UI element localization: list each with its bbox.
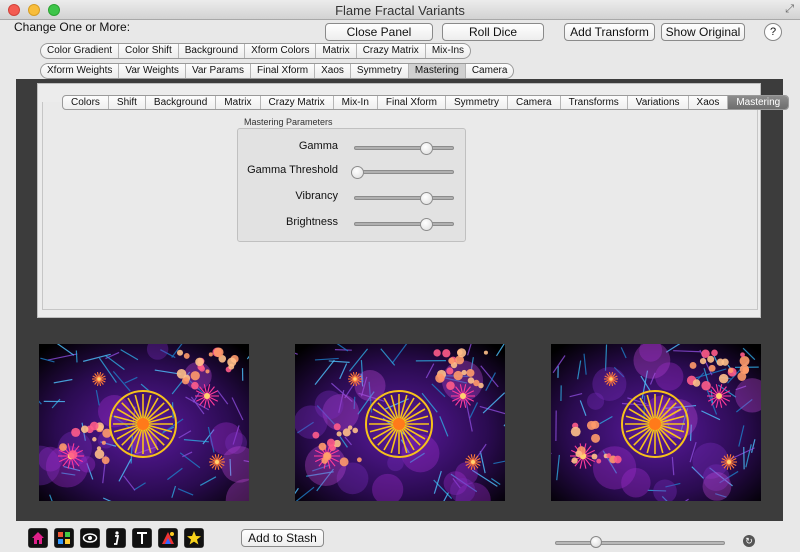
tab-transforms[interactable]: Transforms	[561, 96, 628, 109]
category-xform-weights[interactable]: Xform Weights	[41, 64, 120, 78]
home-icon[interactable]	[28, 528, 48, 548]
brightness-slider-knob[interactable]	[420, 218, 433, 231]
zoom-slider-knob[interactable]	[589, 536, 602, 548]
fractal-preview-1[interactable]	[39, 344, 249, 501]
vibrancy-slider-knob[interactable]	[420, 192, 433, 205]
brightness-slider-track[interactable]	[354, 222, 454, 226]
fractal-preview-2[interactable]	[295, 344, 505, 501]
add-transform-button[interactable]: Add Transform	[564, 23, 655, 41]
group-label: Mastering Parameters	[244, 117, 333, 127]
vibrancy-label: Vibrancy	[295, 190, 338, 202]
category-background[interactable]: Background	[179, 44, 246, 58]
palette-icon[interactable]	[158, 528, 178, 548]
reset-icon[interactable]: ↻	[743, 535, 755, 547]
category-camera[interactable]: Camera	[466, 64, 514, 78]
category-xaos[interactable]: Xaos	[315, 64, 351, 78]
tab-symmetry[interactable]: Symmetry	[446, 96, 509, 109]
category-row-2: Xform Weights Var Weights Var Params Final …	[40, 63, 515, 79]
category-mix-ins[interactable]: Mix-Ins	[426, 44, 470, 58]
fractal-preview-3[interactable]	[551, 344, 761, 501]
tab-final-xform[interactable]: Final Xform	[378, 96, 447, 109]
fullscreen-icon[interactable]: ⤢	[785, 3, 794, 16]
info-icon[interactable]	[106, 528, 126, 548]
star-icon[interactable]	[184, 528, 204, 548]
tab-mastering[interactable]: Mastering	[728, 96, 789, 109]
category-symmetry[interactable]: Symmetry	[351, 64, 409, 78]
zoom-slider-track[interactable]	[555, 541, 725, 545]
category-color-gradient[interactable]: Color Gradient	[41, 44, 120, 58]
category-var-weights[interactable]: Var Weights	[119, 64, 186, 78]
add-to-stash-button[interactable]: Add to Stash	[241, 529, 324, 547]
change-label: Change One or More:	[14, 20, 131, 34]
tab-mix-in[interactable]: Mix-In	[334, 96, 378, 109]
brightness-label: Brightness	[286, 216, 338, 228]
category-xform-colors[interactable]: Xform Colors	[245, 44, 317, 58]
help-button[interactable]: ?	[764, 23, 782, 41]
gamma-threshold-slider-track[interactable]	[354, 170, 454, 174]
gamma-threshold-slider-knob[interactable]	[351, 166, 364, 179]
tab-xaos[interactable]: Xaos	[689, 96, 729, 109]
show-original-button[interactable]: Show Original	[661, 23, 745, 41]
category-row-1: Color Gradient Color Shift Background Xform…	[40, 43, 472, 59]
title-bar: Flame Fractal Variants ⤢	[0, 0, 800, 20]
tab-shift[interactable]: Shift	[109, 96, 146, 109]
category-final-xform[interactable]: Final Xform	[251, 64, 316, 78]
window-title: Flame Fractal Variants	[335, 3, 465, 18]
eye-icon[interactable]	[80, 528, 100, 548]
roll-dice-button[interactable]: Roll Dice	[442, 23, 544, 41]
vibrancy-slider-track[interactable]	[354, 196, 454, 200]
panel-tabs: Colors Shift Background Matrix Crazy Matrix M…	[62, 95, 790, 110]
gamma-slider-knob[interactable]	[420, 142, 433, 155]
category-mastering[interactable]: Mastering	[408, 64, 466, 78]
tab-colors[interactable]: Colors	[63, 96, 109, 109]
close-panel-button[interactable]: Close Panel	[325, 23, 433, 41]
tab-matrix[interactable]: Matrix	[216, 96, 261, 109]
gamma-slider-track[interactable]	[354, 146, 454, 150]
tab-background[interactable]: Background	[146, 96, 217, 109]
category-matrix[interactable]: Matrix	[316, 44, 357, 58]
text-icon[interactable]	[132, 528, 152, 548]
tab-crazy-matrix[interactable]: Crazy Matrix	[261, 96, 334, 109]
tab-variations[interactable]: Variations	[628, 96, 689, 109]
category-var-params[interactable]: Var Params	[186, 64, 251, 78]
grid-icon[interactable]	[54, 528, 74, 548]
category-crazy-matrix[interactable]: Crazy Matrix	[357, 44, 426, 58]
gamma-threshold-label: Gamma Threshold	[247, 164, 338, 176]
tab-camera[interactable]: Camera	[508, 96, 561, 109]
gamma-label: Gamma	[298, 140, 338, 152]
category-color-shift[interactable]: Color Shift	[119, 44, 179, 58]
